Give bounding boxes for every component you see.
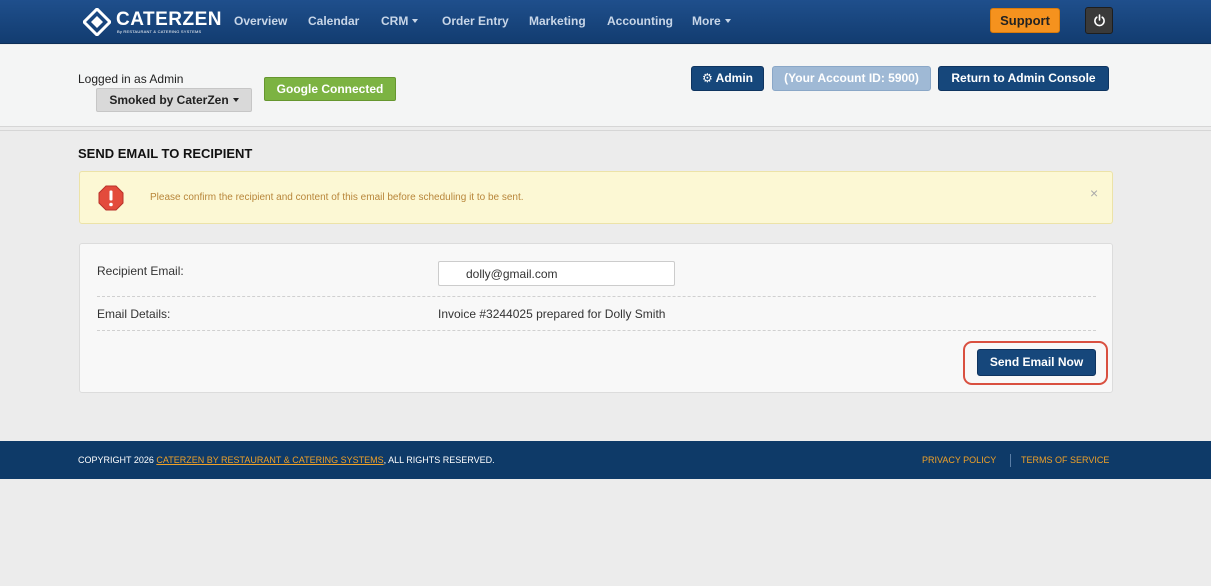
warning-octagon-icon xyxy=(98,185,124,211)
row-divider xyxy=(97,296,1096,297)
recipient-email-label: Recipient Email: xyxy=(97,264,184,278)
page-title: SEND EMAIL TO RECIPIENT xyxy=(78,146,253,161)
brand-name: CATERZEN xyxy=(116,9,223,30)
nav-crm[interactable]: CRM xyxy=(381,14,419,28)
header-divider xyxy=(0,130,1211,131)
account-selector-label: Smoked by CaterZen xyxy=(109,93,229,107)
logged-in-text: Logged in as Admin xyxy=(78,72,184,86)
admin-button[interactable]: ⚙ Admin xyxy=(691,66,764,91)
warning-alert: Please confirm the recipient and content… xyxy=(79,171,1113,224)
copyright-suffix: , ALL RIGHTS RESERVED. xyxy=(383,455,495,465)
chevron-down-icon xyxy=(724,18,731,23)
close-icon[interactable]: × xyxy=(1090,185,1098,201)
chevron-down-icon xyxy=(412,18,419,23)
alert-message: Please confirm the recipient and content… xyxy=(150,192,524,203)
copyright-prefix: COPYRIGHT 2026 xyxy=(78,455,157,465)
gear-icon: ⚙ xyxy=(702,71,713,85)
account-id-badge: (Your Account ID: 5900) xyxy=(772,66,931,91)
return-admin-console-button[interactable]: Return to Admin Console xyxy=(938,66,1109,91)
power-icon xyxy=(1094,14,1105,27)
footer-separator xyxy=(1010,454,1011,467)
support-button[interactable]: Support xyxy=(990,8,1060,33)
google-connected-badge[interactable]: Google Connected xyxy=(264,77,396,101)
admin-button-label: Admin xyxy=(715,71,753,85)
nav-more-label: More xyxy=(692,14,721,28)
top-navbar: CATERZEN By RESTAURANT & CATERING SYSTEM… xyxy=(0,0,1211,44)
logo-diamond-icon xyxy=(83,8,111,36)
logout-button[interactable] xyxy=(1085,7,1113,34)
nav-calendar[interactable]: Calendar xyxy=(308,14,359,28)
brand-tagline: By RESTAURANT & CATERING SYSTEMS xyxy=(117,29,202,34)
email-details-value: Invoice #3244025 prepared for Dolly Smit… xyxy=(438,307,666,321)
caterzen-company-link[interactable]: CATERZEN BY RESTAURANT & CATERING SYSTEM… xyxy=(156,455,383,465)
send-email-now-button[interactable]: Send Email Now xyxy=(977,349,1096,376)
copyright-text: COPYRIGHT 2026 CATERZEN BY RESTAURANT & … xyxy=(78,455,495,465)
recipient-email-input[interactable] xyxy=(438,261,675,286)
nav-overview[interactable]: Overview xyxy=(234,14,287,28)
account-selector[interactable]: Smoked by CaterZen xyxy=(96,88,252,112)
chevron-down-icon xyxy=(232,97,239,102)
privacy-policy-link[interactable]: PRIVACY POLICY xyxy=(922,455,996,465)
email-form-panel: Recipient Email: Email Details: Invoice … xyxy=(79,243,1113,393)
row-divider xyxy=(97,330,1096,331)
nav-more[interactable]: More xyxy=(692,14,731,28)
nav-crm-label: CRM xyxy=(381,14,409,28)
nav-accounting[interactable]: Accounting xyxy=(607,14,673,28)
email-details-label: Email Details: xyxy=(97,307,171,321)
footer: COPYRIGHT 2026 CATERZEN BY RESTAURANT & … xyxy=(0,441,1211,479)
nav-order-entry[interactable]: Order Entry xyxy=(442,14,509,28)
terms-of-service-link[interactable]: TERMS OF SERVICE xyxy=(1021,455,1109,465)
nav-marketing[interactable]: Marketing xyxy=(529,14,586,28)
